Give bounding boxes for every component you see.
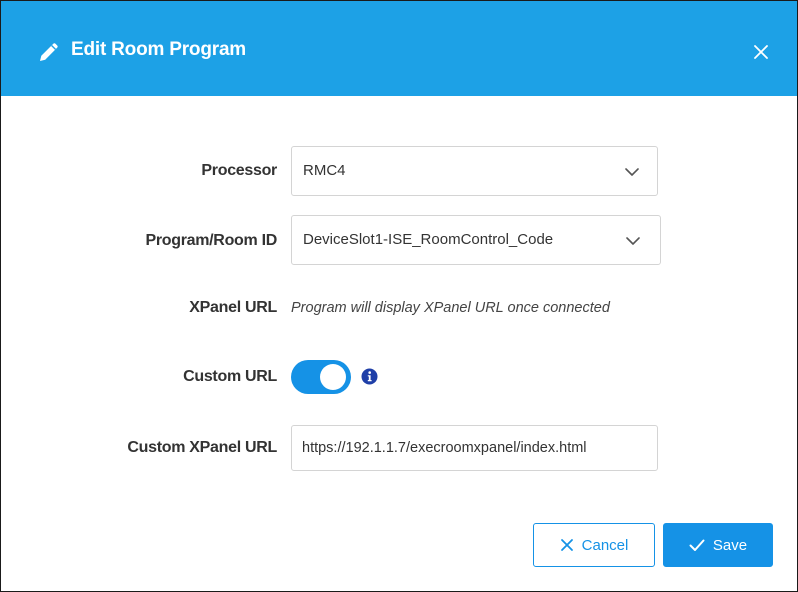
edit-room-program-dialog: Edit Room Program Processor RMC4 Program… xyxy=(0,0,798,592)
xpanel-url-hint: Program will display XPanel URL once con… xyxy=(291,300,610,316)
custom-xpanel-url-label: Custom XPanel URL xyxy=(127,439,277,456)
save-label: Save xyxy=(712,536,748,554)
chevron-down-icon xyxy=(625,168,639,176)
program-room-id-label: Program/Room ID xyxy=(145,232,277,249)
info-icon[interactable] xyxy=(361,368,378,385)
chevron-down-icon xyxy=(626,237,640,245)
cancel-button[interactable]: Cancel xyxy=(533,523,655,567)
pencil-icon xyxy=(40,43,58,61)
custom-xpanel-url-input[interactable] xyxy=(291,425,658,471)
save-button[interactable]: Save xyxy=(663,523,773,567)
checkmark-icon xyxy=(689,539,705,551)
close-icon[interactable] xyxy=(749,40,773,64)
program-room-id-value: DeviceSlot1-ISE_RoomControl_Code xyxy=(303,231,554,248)
dialog-title: Edit Room Program xyxy=(71,39,247,60)
program-room-id-select[interactable]: DeviceSlot1-ISE_RoomControl_Code xyxy=(291,215,661,265)
toggle-knob xyxy=(320,364,346,390)
processor-value: RMC4 xyxy=(303,162,346,179)
xpanel-url-label: XPanel URL xyxy=(189,299,277,316)
processor-label: Processor xyxy=(201,162,277,179)
processor-select[interactable]: RMC4 xyxy=(291,146,658,196)
cancel-label: Cancel xyxy=(581,536,629,554)
dialog-header: Edit Room Program xyxy=(1,1,797,96)
close-icon xyxy=(560,539,573,551)
custom-url-label: Custom URL xyxy=(183,368,277,385)
custom-url-toggle[interactable] xyxy=(291,360,351,394)
